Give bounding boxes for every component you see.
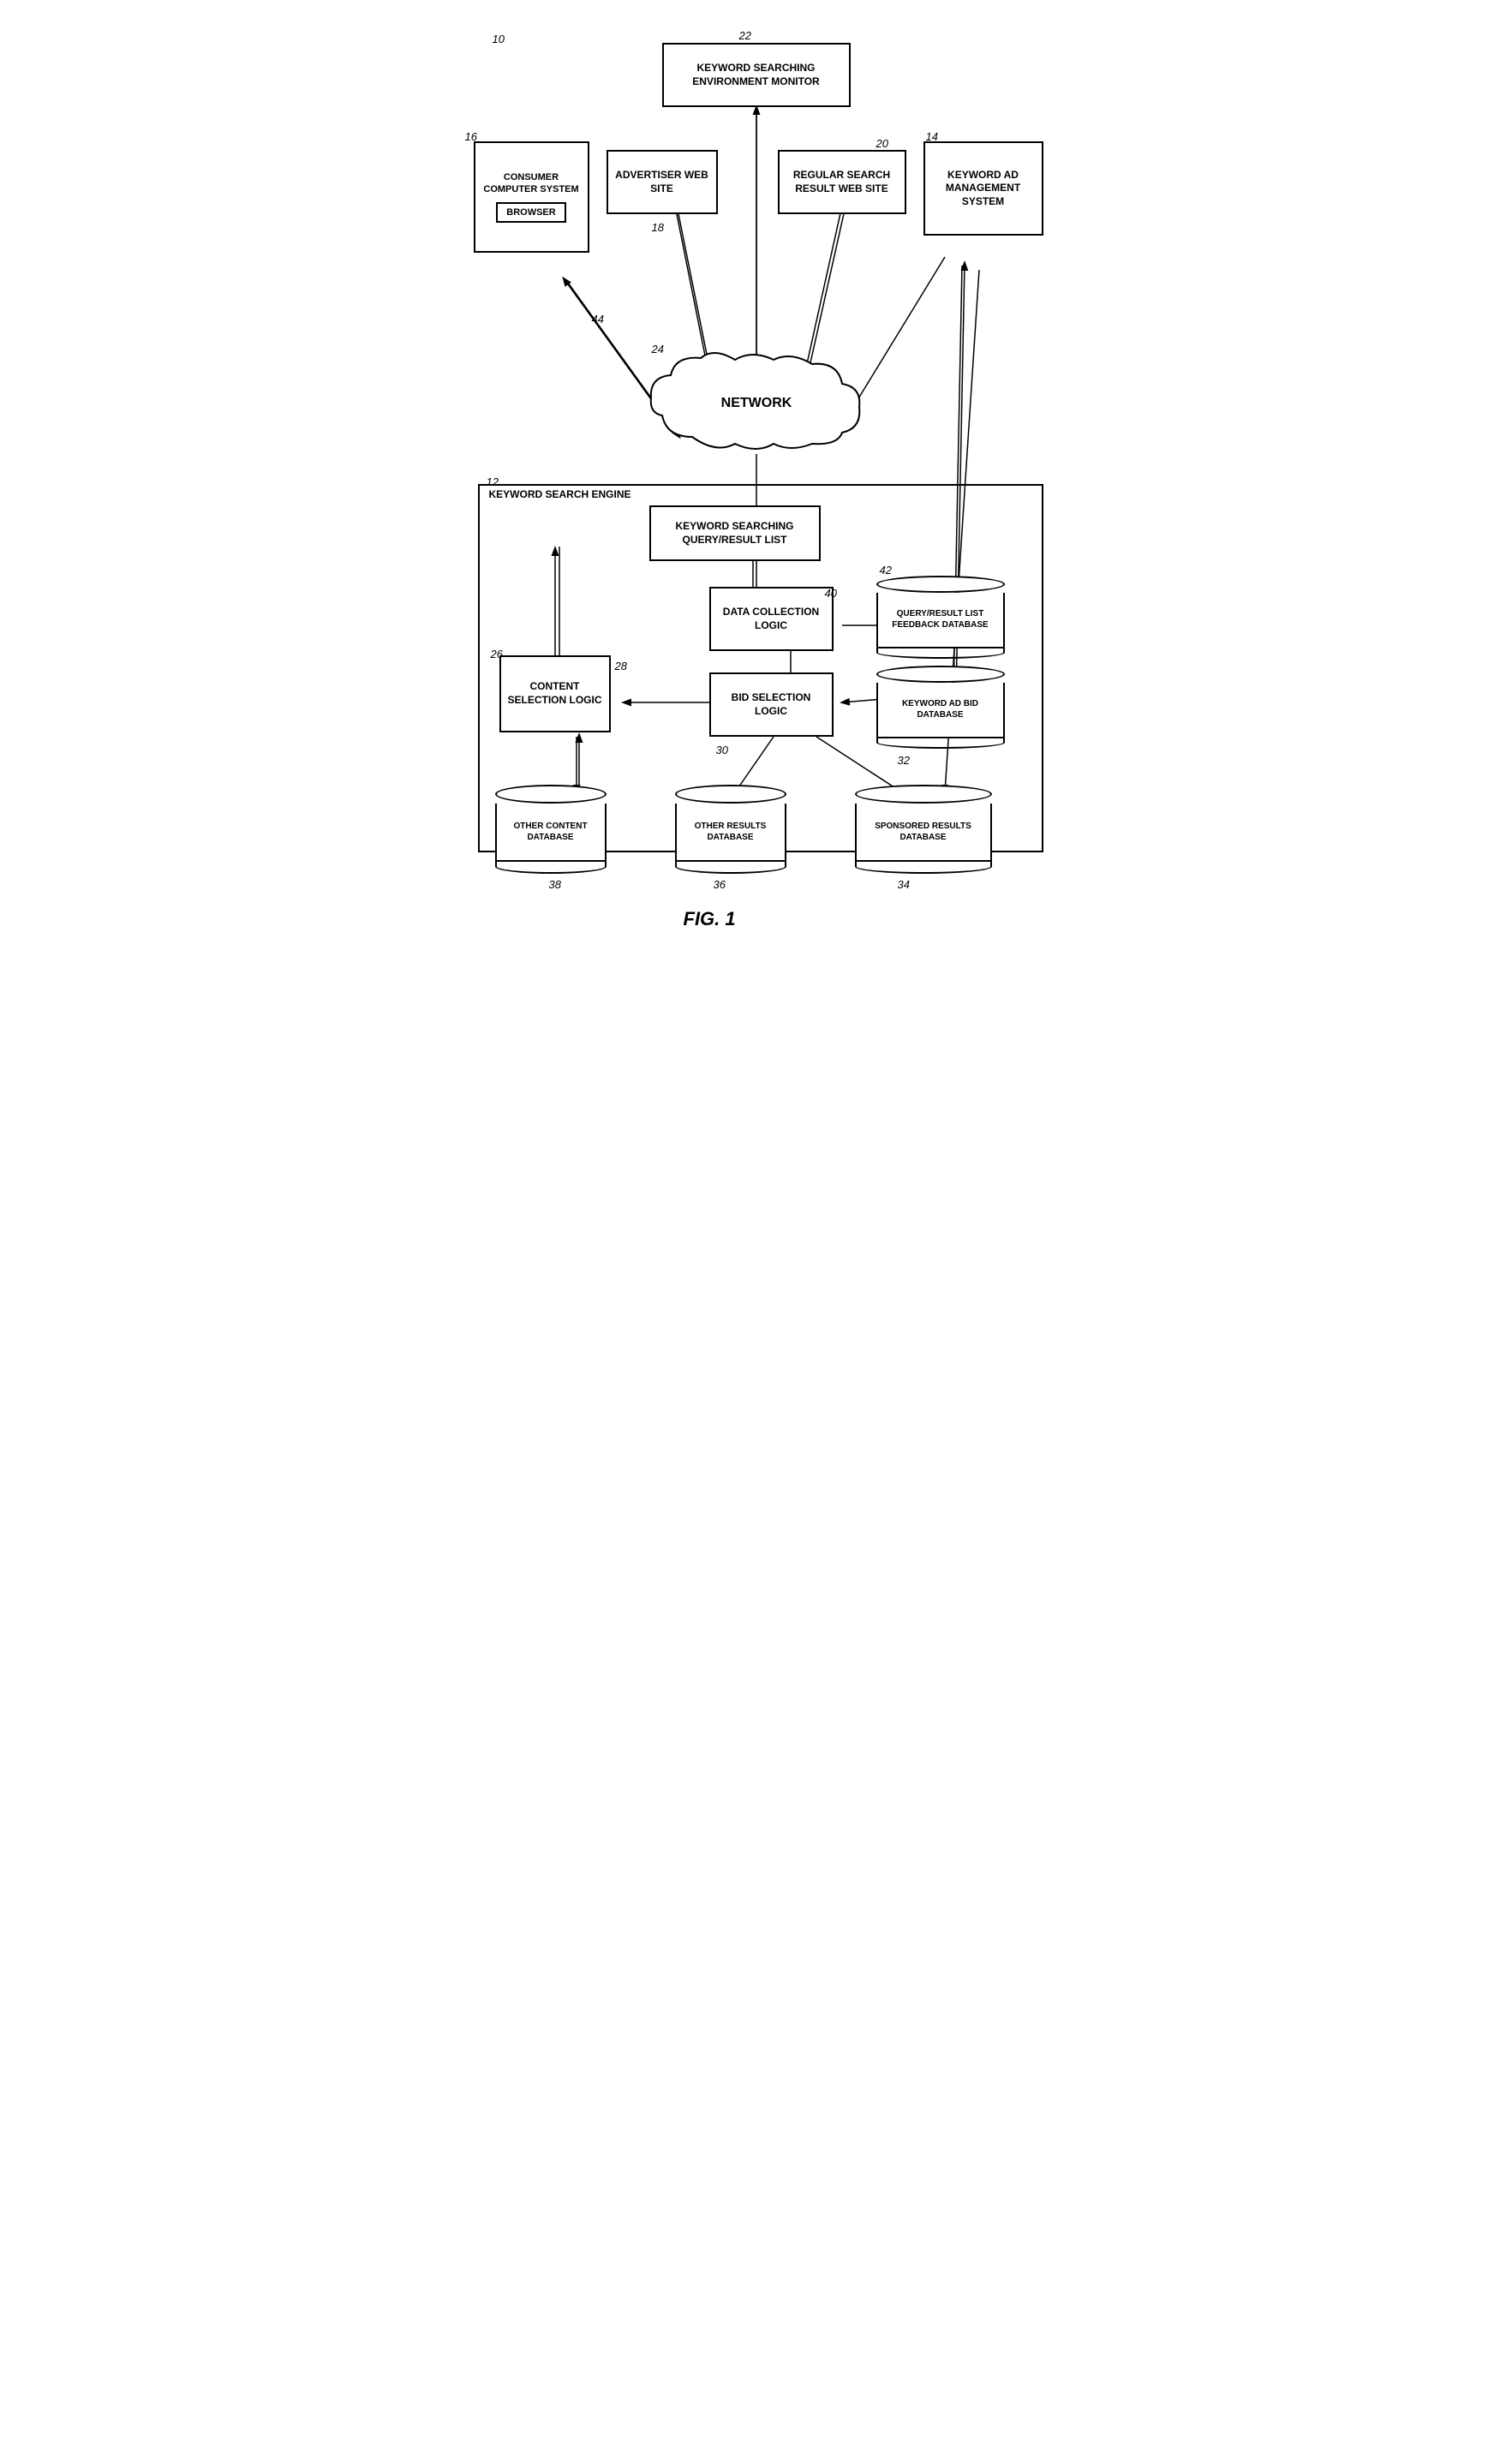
keyword-searching-env-box: KEYWORD SEARCHING ENVIRONMENT MONITOR (662, 43, 851, 107)
ref-44: 44 (592, 313, 604, 326)
ref-24: 24 (652, 343, 664, 356)
ref-20: 20 (876, 137, 888, 150)
ref-40: 40 (825, 587, 837, 600)
regular-search-box: REGULAR SEARCH RESULT WEB SITE (778, 150, 906, 214)
ref-38: 38 (549, 878, 561, 891)
figure-label: FIG. 1 (684, 908, 736, 930)
other-results-db: OTHER RESULTS DATABASE (675, 784, 786, 874)
ref-14: 14 (926, 130, 938, 143)
ref-12: 12 (487, 475, 499, 488)
keyword-query-result-box: KEYWORD SEARCHING QUERY/RESULT LIST (649, 505, 821, 561)
other-content-db: OTHER CONTENT DATABASE (495, 784, 607, 874)
ref-36: 36 (714, 878, 726, 891)
consumer-computer-box: CONSUMER COMPUTER SYSTEM BROWSER (474, 141, 589, 253)
ref-42: 42 (880, 564, 892, 577)
keyword-ad-mgmt-box: KEYWORD AD MANAGEMENT SYSTEM (923, 141, 1043, 236)
ref-32: 32 (898, 754, 910, 767)
ref-30: 30 (716, 744, 728, 756)
bid-selection-box: BID SELECTION LOGIC (709, 672, 834, 737)
ref-16: 16 (465, 130, 477, 143)
ref-18: 18 (652, 221, 664, 234)
sponsored-results-db: SPONSORED RESULTS DATABASE (855, 784, 992, 874)
keyword-search-engine-label: KEYWORD SEARCH ENGINE (489, 488, 631, 500)
ref-34: 34 (898, 878, 910, 891)
diagram: 10 KEYWORD SEARCHING ENVIRONMENT MONITOR… (457, 17, 1056, 959)
ref-28: 28 (615, 660, 627, 672)
ref-10: 10 (493, 33, 505, 45)
network-cloud: NETWORK (641, 351, 872, 463)
svg-text:NETWORK: NETWORK (720, 396, 792, 410)
ref-22: 22 (739, 29, 751, 42)
query-result-feedback-db: QUERY/RESULT LIST FEEDBACK DATABASE (876, 574, 1005, 660)
advertiser-web-box: ADVERTISER WEB SITE (607, 150, 718, 214)
content-selection-box: CONTENT SELECTION LOGIC (499, 655, 611, 732)
keyword-ad-bid-db: KEYWORD AD BID DATABASE (876, 664, 1005, 750)
data-collection-box: DATA COLLECTION LOGIC (709, 587, 834, 651)
ref-26: 26 (491, 648, 503, 660)
